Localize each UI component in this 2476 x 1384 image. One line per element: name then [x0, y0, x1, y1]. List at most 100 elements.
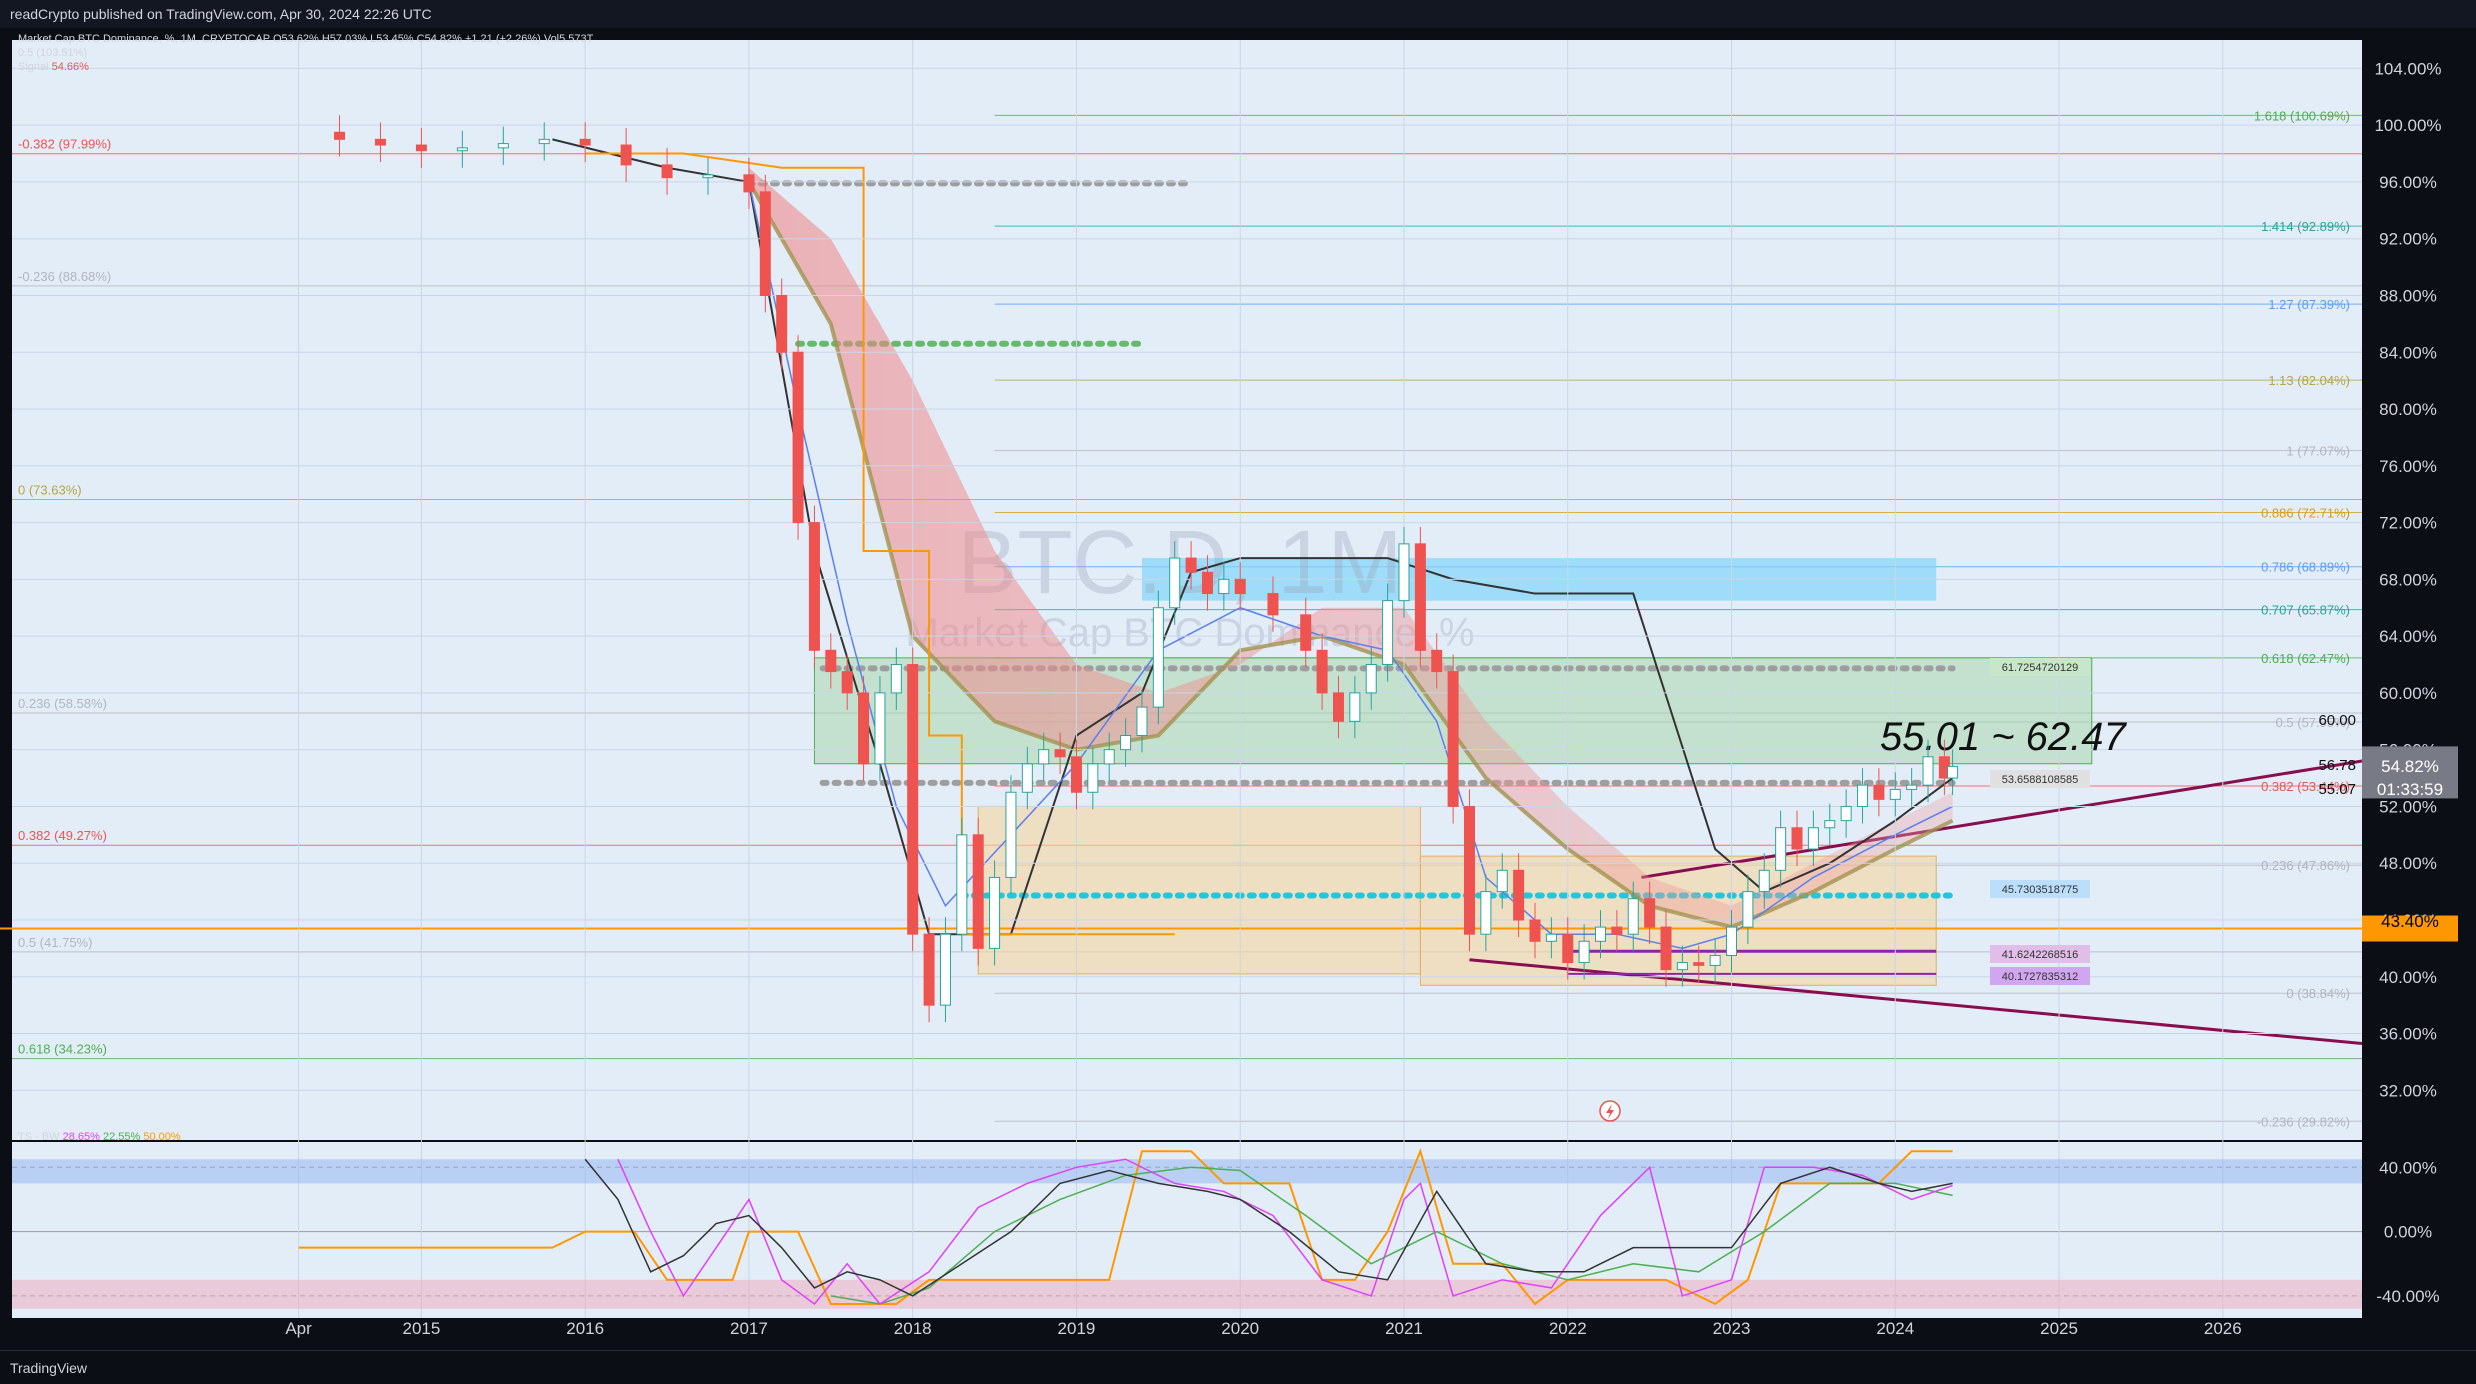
- candle-body-4: [456, 147, 468, 152]
- price-tick-3: 92.00%: [2379, 230, 2437, 249]
- fib-label-left-4: 0.382 (49.27%): [18, 828, 107, 843]
- legend-symbol[interactable]: Market Cap BTC Dominance, %, 1M, CRYPTOC…: [18, 33, 593, 45]
- candle-body-60: [1578, 940, 1590, 964]
- price-tick-1: 100.00%: [2374, 116, 2441, 135]
- candle-body-14: [792, 351, 804, 524]
- fib-label-left-1: -0.236 (88.68%): [18, 269, 111, 284]
- candle-body-20: [890, 664, 902, 694]
- fib-label-right-1: 1.414 (92.89%): [2261, 219, 2350, 234]
- range-annotation: 55.01 ~ 62.47: [1880, 715, 2128, 759]
- badge-6: 60.00: [2318, 712, 2356, 729]
- candle-body-26: [989, 876, 1001, 949]
- fib-label-right-0: 1.618 (100.69%): [2254, 108, 2350, 123]
- fib-label-left-3: 0.236 (58.58%): [18, 696, 107, 711]
- candle-body-3: [415, 144, 427, 152]
- badge-1: 61.7254720129: [2002, 662, 2078, 674]
- price-tick-0: 104.00%: [2374, 59, 2441, 78]
- candle-body-65: [1660, 926, 1672, 971]
- fib-label-right-12: 0 (38.84%): [2286, 986, 2350, 1001]
- price-tick-10: 64.00%: [2379, 627, 2437, 646]
- oscillator-name: TS - BW: [18, 1131, 60, 1143]
- published-label: readCrypto published on TradingView.com,…: [10, 6, 432, 22]
- candle-body-5: [497, 143, 509, 149]
- candle-body-30: [1054, 749, 1066, 758]
- candle-body-56: [1513, 869, 1525, 921]
- candle-body-59: [1562, 933, 1574, 964]
- osc-tick-1: 0.00%: [2384, 1223, 2432, 1242]
- price-tick-11: 60.00%: [2379, 684, 2437, 703]
- legend-signal[interactable]: Signal 54.66%: [18, 61, 593, 73]
- time-tick-0: Apr: [285, 1319, 312, 1338]
- time-tick-1: 2015: [402, 1319, 440, 1338]
- badge-7: 56.78: [2318, 757, 2356, 774]
- candle-body-12: [759, 191, 771, 296]
- candle-body-39: [1201, 571, 1213, 595]
- candle-body-52: [1447, 671, 1459, 807]
- chart-canvas[interactable]: BTC.D, 1M Market Cap BTC Dominance, % 10…: [0, 28, 2476, 1350]
- candle-body-16: [825, 649, 837, 673]
- candle-body-71: [1758, 869, 1770, 893]
- osc-tick-2: -40.00%: [2376, 1287, 2439, 1306]
- candle-body-15: [808, 522, 820, 651]
- oscillator-legend[interactable]: TS - BW 28.65% 22.55% 50.00%: [18, 1131, 181, 1143]
- candle-body-8: [620, 144, 632, 166]
- candle-body-61: [1595, 926, 1607, 942]
- legend-signal-value: 54.66%: [51, 61, 89, 73]
- fib-label-right-13: -0.236 (29.82%): [2257, 1114, 2350, 1129]
- candle-body-55: [1496, 869, 1508, 893]
- badge-5: 40.1727835312: [2002, 971, 2078, 983]
- time-tick-3: 2017: [730, 1319, 768, 1338]
- candle-body-47: [1365, 664, 1377, 694]
- candle-body-70: [1742, 891, 1754, 928]
- legend-indicator[interactable]: 0.5 (103.51%): [18, 47, 593, 59]
- legend-indicator-text: 0.5 (103.51%): [18, 47, 88, 59]
- candle-body-32: [1087, 763, 1099, 793]
- tradingview-logo[interactable]: TradingView: [10, 1360, 87, 1376]
- fib-label-right-7: 0.707 (65.87%): [2261, 603, 2350, 618]
- candle-body-81: [1922, 756, 1934, 786]
- fib-label-left-6: 0.618 (34.23%): [18, 1042, 107, 1057]
- price-tick-14: 48.00%: [2379, 854, 2437, 873]
- osc-value-1: 28.65%: [62, 1131, 100, 1143]
- price-tick-6: 80.00%: [2379, 400, 2437, 419]
- lightning-icon[interactable]: [1599, 1100, 1621, 1122]
- candle-body-73: [1791, 827, 1803, 850]
- candle-body-54: [1480, 891, 1492, 935]
- fib-label-right-5: 0.886 (72.71%): [2261, 506, 2350, 521]
- price-tick-5: 84.00%: [2379, 343, 2437, 362]
- fib-label-right-8: 0.618 (62.47%): [2261, 651, 2350, 666]
- candle-body-48: [1382, 600, 1394, 666]
- candle-body-25: [972, 834, 984, 949]
- candle-body-53: [1463, 805, 1475, 935]
- candle-body-58: [1545, 933, 1557, 942]
- candle-body-22: [923, 933, 935, 1006]
- candle-body-66: [1676, 962, 1688, 971]
- time-tick-2: 2016: [566, 1319, 604, 1338]
- candle-body-10: [702, 174, 714, 179]
- candle-body-64: [1644, 898, 1656, 928]
- price-tick-4: 88.00%: [2379, 286, 2437, 305]
- candle-body-63: [1627, 898, 1639, 935]
- badge-2: 53.6588108585: [2002, 774, 2078, 786]
- candle-body-38: [1185, 557, 1197, 573]
- fib-label-right-6: 0.786 (68.89%): [2261, 560, 2350, 575]
- legend-signal-label: Signal: [18, 61, 49, 73]
- candle-body-69: [1726, 926, 1738, 956]
- price-tick-13: 52.00%: [2379, 797, 2437, 816]
- candle-body-11: [743, 174, 755, 193]
- candle-body-57: [1529, 919, 1541, 942]
- candle-body-35: [1136, 706, 1148, 736]
- candle-body-83: [1947, 765, 1959, 779]
- legend-ohlc: O53.62% H57.03% L53.45% C54.82% +1.21 (+…: [272, 33, 594, 45]
- price-tick-17: 36.00%: [2379, 1025, 2437, 1044]
- price-tick-8: 72.00%: [2379, 514, 2437, 533]
- price-tick-18: 32.00%: [2379, 1081, 2437, 1100]
- price-tick-2: 96.00%: [2379, 173, 2437, 192]
- osc-overbought-band: [12, 1159, 2362, 1184]
- candle-body-77: [1857, 784, 1869, 807]
- fib-label-right-4: 1 (77.07%): [2286, 444, 2350, 459]
- candle-body-6: [538, 138, 550, 145]
- badge-3: 45.7303518775: [2002, 884, 2078, 896]
- fib-label-left-2: 0 (73.63%): [18, 482, 82, 497]
- candle-body-33: [1103, 749, 1115, 765]
